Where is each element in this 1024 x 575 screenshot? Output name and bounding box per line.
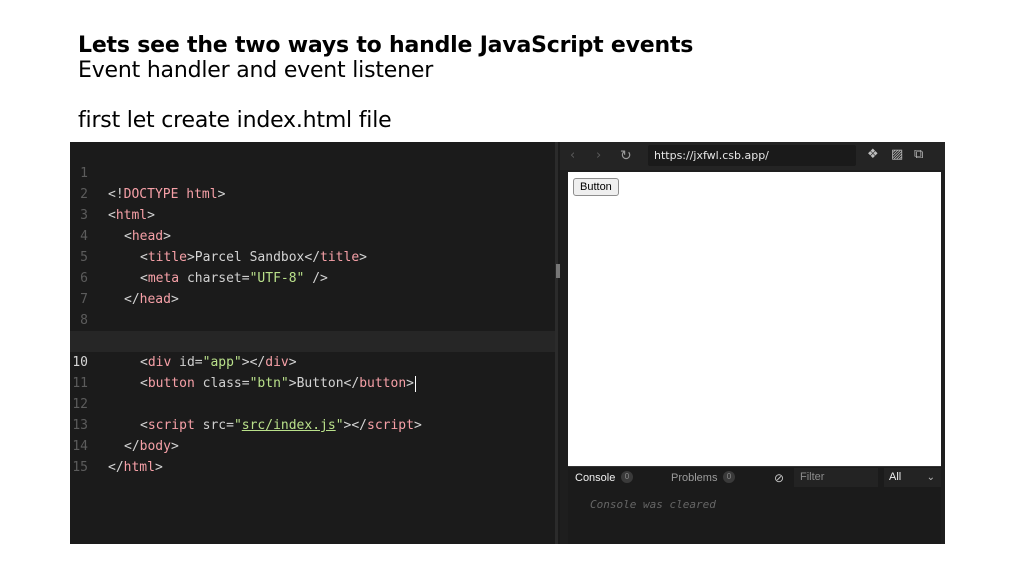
log-level-select[interactable]: All ⌄ (884, 468, 941, 487)
console-filter-input[interactable]: Filter (794, 468, 878, 487)
code-line-6[interactable]: 6 </head> (70, 247, 555, 307)
console-output: Console was cleared (568, 489, 941, 544)
screen-recording: 1 <!DOCTYPE html> 2 <html> 3 <head> 4 <t… (70, 142, 945, 544)
code-line-14[interactable]: 14 </html> (70, 415, 555, 475)
code-editor[interactable]: 1 <!DOCTYPE html> 2 <html> 3 <head> 4 <t… (70, 142, 555, 544)
tab-problems[interactable]: Problems (671, 471, 717, 485)
code-line-5[interactable]: 5 <meta charset="UTF-8" /> (70, 226, 555, 286)
code-line-8[interactable]: 8 <body> (70, 289, 555, 349)
console-message: Console was cleared (590, 498, 716, 511)
code-line-1[interactable]: 1 <!DOCTYPE html> (70, 142, 555, 202)
clear-console-icon[interactable]: ⊘ (774, 471, 784, 485)
browser-preview: ‹ › ↻ https://jxfwl.csb.app/ ❖ ▨ ⧉ Butto… (560, 142, 945, 544)
problems-count-badge: 0 (723, 471, 735, 483)
split-view-icon[interactable]: ▨ (891, 148, 905, 162)
console-count-badge: 0 (621, 471, 633, 483)
code-line-3[interactable]: 3 <head> (70, 184, 555, 244)
open-window-icon[interactable]: ⧉ (914, 148, 928, 162)
line-number: 15 (72, 460, 88, 475)
preview-button[interactable]: Button (573, 178, 619, 196)
code-line-13[interactable]: 13 </body> (70, 394, 555, 454)
code-line-4[interactable]: 4 <title>Parcel Sandbox</title> (70, 205, 555, 265)
log-level-value: All (889, 471, 902, 483)
code-token: > (154, 460, 163, 475)
tab-console[interactable]: Console (575, 471, 615, 485)
chevron-down-icon: ⌄ (926, 472, 935, 483)
url-bar[interactable]: https://jxfwl.csb.app/ (648, 145, 856, 166)
code-line-11[interactable]: 11 (70, 352, 555, 391)
arrow-left-icon[interactable]: ‹ (570, 148, 575, 164)
reload-icon[interactable]: ↻ (620, 148, 632, 164)
code-token: html (123, 460, 155, 475)
slide-note: first let create index.html file (78, 108, 392, 133)
code-line-12[interactable]: 12 <script src="src/index.js"></script> (70, 373, 555, 433)
code-line-15[interactable]: 15 (70, 436, 555, 475)
arrow-right-icon[interactable]: › (596, 148, 601, 164)
preview-viewport: Button (568, 172, 941, 466)
code-line-2[interactable]: 2 <html> (70, 163, 555, 223)
slide-subtitle: Event handler and event listener (78, 58, 434, 83)
browser-toolbar: ‹ › ↻ https://jxfwl.csb.app/ ❖ ▨ ⧉ (560, 142, 945, 170)
code-line-10[interactable]: 10 <button class="btn">Button</button> (70, 331, 555, 392)
slide-title: Lets see the two ways to handle JavaScri… (78, 33, 694, 58)
console-toolbar: Console 0 Problems 0 ⊘ Filter All ⌄ (568, 466, 941, 489)
code-line-9[interactable]: 9 <div id="app"></div> (70, 310, 555, 370)
pane-divider[interactable] (555, 142, 558, 544)
code-line-7[interactable]: 7 (70, 268, 555, 307)
codesandbox-icon[interactable]: ❖ (867, 148, 881, 162)
